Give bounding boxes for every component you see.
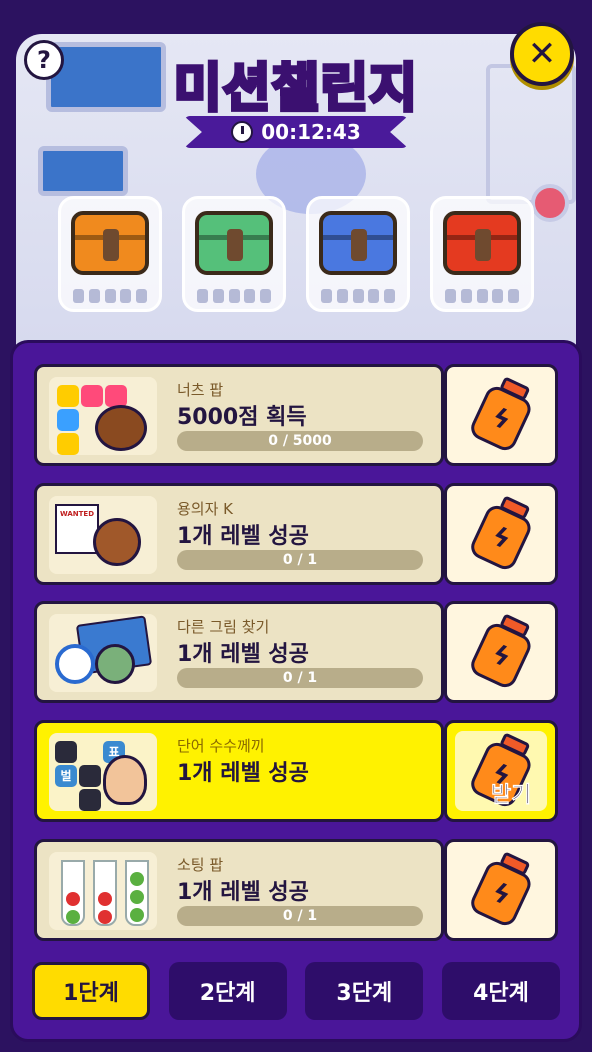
- clock-icon: [231, 121, 254, 143]
- mission-progress-bar: 0 / 1: [177, 906, 423, 926]
- mission-goal: 1개 레벨 성공: [177, 761, 309, 786]
- tab-stage-4[interactable]: 4단계: [441, 962, 560, 1020]
- page-title: 미션챌린지: [172, 57, 419, 121]
- game-thumbnail-word-riddle: 벌 표: [49, 733, 157, 811]
- chest-progress-slots: [321, 289, 395, 303]
- mission-row-suspect-k: WANTED 용의자 K 1개 레벨 성공 0 / 1: [34, 483, 444, 585]
- tube-icon: [125, 860, 149, 926]
- flask-decoration: [531, 184, 569, 222]
- mission-game-name: 너츠 팝: [177, 381, 224, 399]
- game-thumbnail-nuts-pop: [49, 377, 157, 455]
- title-area: 미션챌린지 00:12:43: [170, 50, 422, 150]
- character-icon: [95, 644, 135, 684]
- mission-goal: 1개 레벨 성공: [177, 642, 309, 667]
- chest-card-3[interactable]: [306, 196, 410, 312]
- mission-row-word-riddle: 벌 표 단어 수수께끼 1개 레벨 성공: [34, 720, 444, 822]
- energy-drink-icon: ϟ: [463, 607, 543, 694]
- mission-challenge-screen: ? ✕ 미션챌린지 00:12:43 너츠 팝 5000점 획득 0 / 500…: [0, 0, 592, 1052]
- mission-row-nuts-pop: 너츠 팝 5000점 획득 0 / 5000: [34, 364, 444, 466]
- game-thumbnail-sorting-pop: [49, 852, 157, 930]
- magnifier-icon: [55, 644, 95, 684]
- close-button[interactable]: ✕: [510, 22, 574, 86]
- chest-card-2[interactable]: [182, 196, 286, 312]
- monitor-decoration: [46, 42, 166, 112]
- mission-goal: 1개 레벨 성공: [177, 524, 309, 549]
- shelf-decoration: [486, 64, 576, 204]
- reward-slot-1[interactable]: ϟ: [444, 364, 558, 466]
- treasure-chest-icon: [195, 211, 273, 275]
- mission-row-sorting-pop: 소팅 팝 1개 레벨 성공 0 / 1: [34, 839, 444, 941]
- tube-icon: [61, 860, 85, 926]
- chest-progress-slots: [445, 289, 519, 303]
- mission-progress-text: 0 / 5000: [268, 433, 332, 449]
- energy-drink-icon: ϟ: [463, 370, 543, 457]
- timer-text: 00:12:43: [261, 120, 361, 144]
- tab-stage-3[interactable]: 3단계: [305, 962, 424, 1020]
- chest-progress-slots: [197, 289, 271, 303]
- claim-label: 받기: [491, 783, 532, 809]
- mission-goal: 5000점 획득: [177, 405, 307, 430]
- mission-progress-text: 0 / 1: [282, 670, 318, 686]
- mission-game-name: 다른 그림 찾기: [177, 618, 270, 636]
- mission-goal: 1개 레벨 성공: [177, 880, 309, 905]
- mission-game-name: 용의자 K: [177, 500, 234, 518]
- chest-progress-slots: [73, 289, 147, 303]
- claim-reward-button[interactable]: ϟ 받기: [444, 720, 558, 822]
- treasure-chest-icon: [319, 211, 397, 275]
- mission-game-name: 소팅 팝: [177, 856, 224, 874]
- girl-character-icon: [103, 755, 147, 805]
- mission-progress-bar: 0 / 5000: [177, 431, 423, 451]
- mission-progress-text: 0 / 1: [282, 908, 318, 924]
- energy-drink-icon: ϟ: [463, 845, 543, 932]
- mission-progress-text: 0 / 1: [282, 552, 318, 568]
- reward-slot-2[interactable]: ϟ: [444, 483, 558, 585]
- mission-progress-bar: 0 / 1: [177, 668, 423, 688]
- mission-progress-bar: 0 / 1: [177, 550, 423, 570]
- nut-character-icon: [95, 405, 147, 451]
- game-thumbnail-spot-difference: [49, 614, 157, 692]
- wanted-poster-icon: WANTED: [55, 504, 99, 554]
- treasure-chest-icon: [443, 211, 521, 275]
- energy-drink-icon: ϟ: [463, 489, 543, 576]
- close-icon: ✕: [527, 34, 557, 74]
- reward-slot-3[interactable]: ϟ: [444, 601, 558, 703]
- tab-stage-2[interactable]: 2단계: [168, 962, 287, 1020]
- timer-banner: 00:12:43: [184, 116, 408, 148]
- mission-row-spot-difference: 다른 그림 찾기 1개 레벨 성공 0 / 1: [34, 601, 444, 703]
- detective-character-icon: [93, 518, 141, 566]
- tube-icon: [93, 860, 117, 926]
- chest-card-4[interactable]: [430, 196, 534, 312]
- reward-slot-5[interactable]: ϟ: [444, 839, 558, 941]
- stage-tabs: 1단계 2단계 3단계 4단계: [32, 962, 560, 1020]
- chest-card-1[interactable]: [58, 196, 162, 312]
- game-thumbnail-suspect-k: WANTED: [49, 496, 157, 574]
- monitor-decoration-small: [38, 146, 128, 196]
- mission-game-name: 단어 수수께끼: [177, 737, 265, 755]
- help-button[interactable]: ?: [24, 40, 64, 80]
- tab-stage-1[interactable]: 1단계: [32, 962, 150, 1020]
- chest-rewards: [58, 196, 534, 312]
- treasure-chest-icon: [71, 211, 149, 275]
